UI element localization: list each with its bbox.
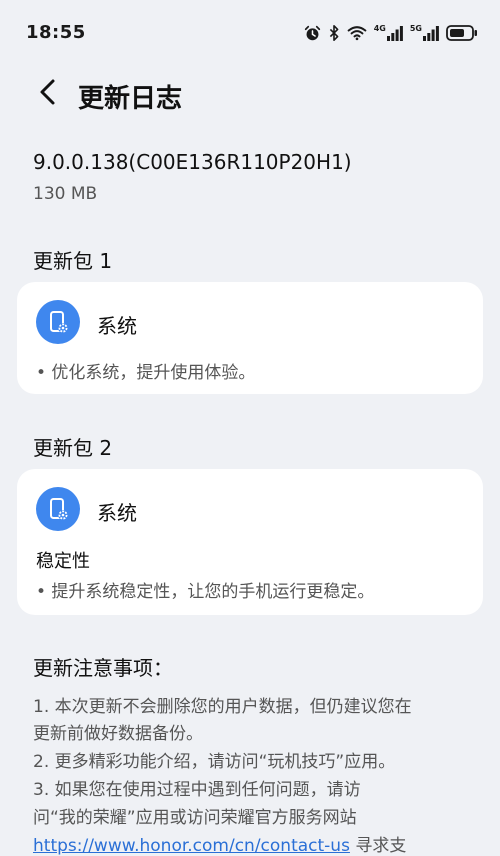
package-2-title: 更新包 2	[33, 436, 113, 460]
system-update-icon	[36, 487, 80, 531]
package-2-item: • 提升系统稳定性，让您的手机运行更稳定。	[36, 582, 375, 602]
package-2-heading: 系统	[97, 501, 137, 525]
status-bar: 18:55 4G 5G	[0, 0, 500, 66]
package-1-heading: 系统	[97, 314, 137, 338]
back-arrow-icon	[38, 78, 58, 110]
battery-icon	[446, 25, 478, 41]
notes-link-line: https://www.honor.com/cn/contact-us 寻求支	[33, 831, 406, 856]
version-number: 9.0.0.138(C00E136R110P20H1)	[33, 150, 352, 174]
notes-link-suffix: 寻求支	[349, 836, 407, 856]
back-button[interactable]	[30, 76, 66, 112]
package-2-subheading: 稳定性	[36, 551, 90, 572]
signal-5g-label: 5G	[409, 24, 422, 33]
notes-line: 问“我的荣耀”应用或访问荣耀官方服务网站	[33, 808, 357, 828]
package-size: 130 MB	[33, 184, 98, 204]
notes-line: 更新前做好数据备份。	[33, 724, 203, 744]
package-1-item: • 优化系统，提升使用体验。	[36, 363, 256, 383]
notes-line: 1. 本次更新不会删除您的用户数据，但仍建议您在	[33, 697, 412, 717]
notes-title: 更新注意事项：	[33, 656, 173, 680]
signal-5g-icon: 5G	[410, 25, 439, 41]
notes-line: 3. 如果您在使用过程中遇到任何问题，请访	[33, 780, 361, 800]
status-icons: 4G 5G	[304, 22, 478, 44]
system-update-icon	[36, 300, 80, 344]
package-1-title: 更新包 1	[33, 249, 113, 273]
package-1-card: 系统 • 优化系统，提升使用体验。	[17, 282, 483, 394]
notes-line: 2. 更多精彩功能介绍，请访问“玩机技巧”应用。	[33, 752, 396, 772]
signal-4g-icon: 4G	[374, 25, 403, 41]
signal-4g-label: 4G	[373, 24, 386, 33]
page-title: 更新日志	[78, 84, 183, 114]
status-time: 18:55	[26, 22, 86, 43]
alarm-icon	[304, 25, 321, 42]
wifi-icon	[347, 25, 367, 41]
header: 更新日志	[0, 66, 500, 126]
package-2-card: 系统 稳定性 • 提升系统稳定性，让您的手机运行更稳定。	[17, 469, 483, 615]
contact-us-link[interactable]: https://www.honor.com/cn/contact-us	[33, 836, 350, 856]
bluetooth-icon	[328, 24, 340, 42]
